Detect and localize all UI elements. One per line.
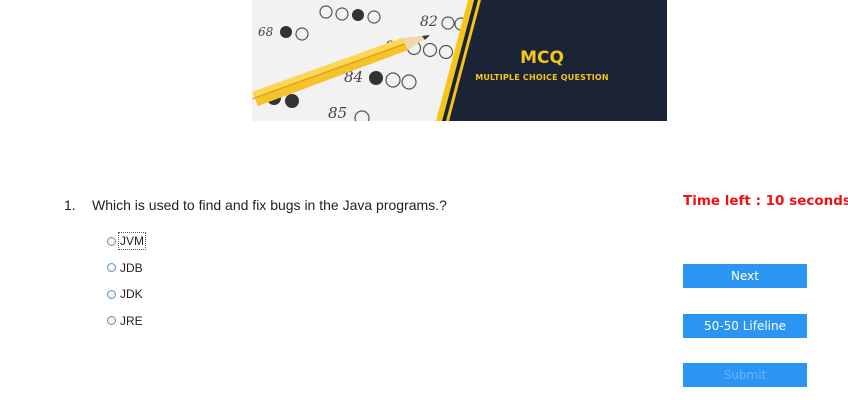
submit-button[interactable]: Submit [683,363,807,387]
question-text: 1. Which is used to find and fix bugs in … [64,197,447,213]
option-jdk[interactable]: JDK [107,285,145,303]
sheet-number-68: 68 [258,25,274,39]
mcq-banner-image: 68 82 83 84 [252,0,667,121]
option-label: JRE [120,313,143,328]
option-label: JDK [120,287,143,301]
time-left-label: Time left : 10 seconds [683,193,848,209]
option-jdb[interactable]: JDB [107,259,145,277]
option-label: JDB [120,260,143,275]
radio-button[interactable] [107,263,116,272]
radio-button[interactable] [107,316,116,325]
sheet-number-85: 85 [328,104,347,121]
quiz-page: 68 82 83 84 [0,0,848,400]
question-label: Which is used to find and fix bugs in th… [92,197,447,213]
option-label: JVM [118,232,146,250]
next-button[interactable]: Next [683,264,807,288]
option-jre[interactable]: JRE [107,312,145,330]
answer-options: JVM JDB JDK JRE [107,232,146,338]
question-number: 1. [64,197,76,213]
answer-sheet-illustration: 68 82 83 84 [252,0,667,121]
option-jvm[interactable]: JVM [107,232,146,250]
fifty-fifty-lifeline-button[interactable]: 50-50 Lifeline [683,314,807,338]
radio-button[interactable] [107,289,116,299]
radio-button[interactable] [107,236,116,246]
sheet-number-82: 82 [420,14,438,30]
